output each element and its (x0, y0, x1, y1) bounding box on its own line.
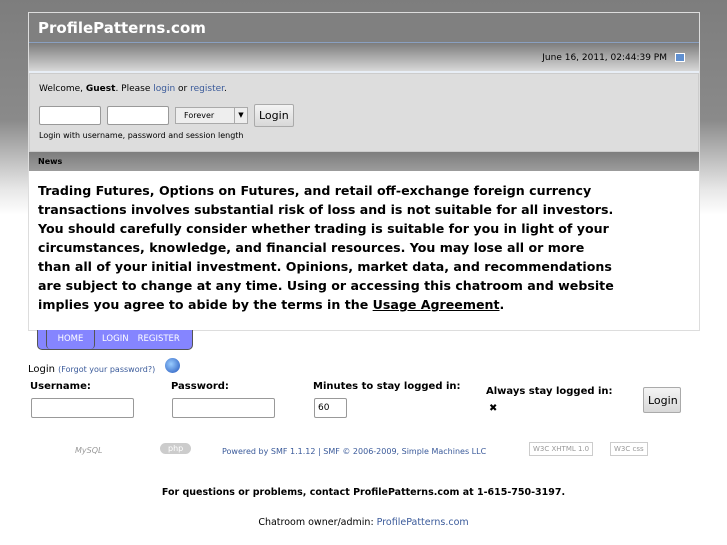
news-text: Trading Futures, Options on Futures, and… (38, 183, 614, 312)
register-link[interactable]: register (190, 84, 224, 94)
menu-home[interactable]: HOME (46, 330, 95, 349)
menu-register[interactable]: REGISTER (131, 330, 187, 349)
login-button[interactable]: Login (643, 387, 681, 413)
contact-text: For questions or problems, contact Profi… (161, 487, 566, 498)
minutes-label: Minutes to stay logged in: (313, 381, 461, 392)
mysql-logo[interactable]: MySQL (75, 446, 102, 455)
dropdown-arrow-icon: ▼ (234, 108, 247, 123)
xhtml-badge[interactable]: W3C XHTML 1.0 (529, 442, 594, 456)
login-title: Login (28, 364, 55, 375)
always-label: Always stay logged in: (486, 386, 613, 397)
quick-login-button[interactable]: Login (254, 104, 294, 127)
username-label: Username: (30, 381, 91, 392)
quick-password-input[interactable] (107, 106, 169, 125)
quick-username-input[interactable] (39, 106, 101, 125)
owner-link[interactable]: ProfilePatterns.com (377, 517, 469, 528)
menu-login[interactable]: LOGIN (95, 330, 131, 349)
css-badge[interactable]: W3C css (610, 442, 648, 456)
php-logo[interactable]: php (160, 443, 192, 454)
site-title: ProfilePatterns.com (29, 13, 699, 43)
always-checkbox[interactable]: ✖ (489, 403, 497, 414)
user-section: Welcome, Guest. Please login or register… (29, 73, 699, 152)
login-link[interactable]: login (153, 84, 175, 94)
welcome-text: Welcome, Guest. Please login or register… (39, 84, 689, 94)
login-hint: Login with username, password and sessio… (39, 131, 244, 140)
password-input[interactable] (172, 398, 275, 418)
password-label: Password: (171, 381, 229, 392)
news-end: . (499, 297, 505, 312)
date-bar: June 16, 2011, 02:44:39 PM (29, 43, 699, 73)
collapse-icon[interactable] (675, 53, 685, 62)
period: . (224, 84, 227, 94)
guest-name: Guest (85, 84, 116, 94)
powered-by-link[interactable]: Powered by SMF 1.1.12 | SMF © 2006-2009,… (222, 447, 486, 456)
please-text: . Please (115, 84, 154, 94)
main-menu: HOME LOGIN REGISTER (37, 330, 193, 350)
news-body: Trading Futures, Options on Futures, and… (29, 171, 629, 324)
datetime: June 16, 2011, 02:44:39 PM (542, 53, 667, 63)
login-title-row: Login (Forgot your password?) (28, 364, 155, 375)
owner-line: Chatroom owner/admin: ProfilePatterns.co… (0, 517, 727, 528)
minutes-input[interactable]: 60 (314, 398, 347, 418)
forum-container: ProfilePatterns.com June 16, 2011, 02:44… (28, 12, 700, 331)
session-length-select[interactable]: Forever ▼ (175, 107, 248, 124)
forgot-password-link[interactable]: (Forgot your password?) (58, 365, 155, 374)
or-text: or (175, 84, 191, 94)
news-header: News (29, 152, 699, 171)
usage-agreement-link[interactable]: Usage Agreement (373, 297, 500, 312)
session-option: Forever (184, 111, 215, 120)
username-input[interactable] (31, 398, 134, 418)
help-icon[interactable] (165, 358, 180, 373)
owner-label: Chatroom owner/admin: (258, 517, 377, 528)
welcome-label: Welcome, (39, 84, 86, 94)
